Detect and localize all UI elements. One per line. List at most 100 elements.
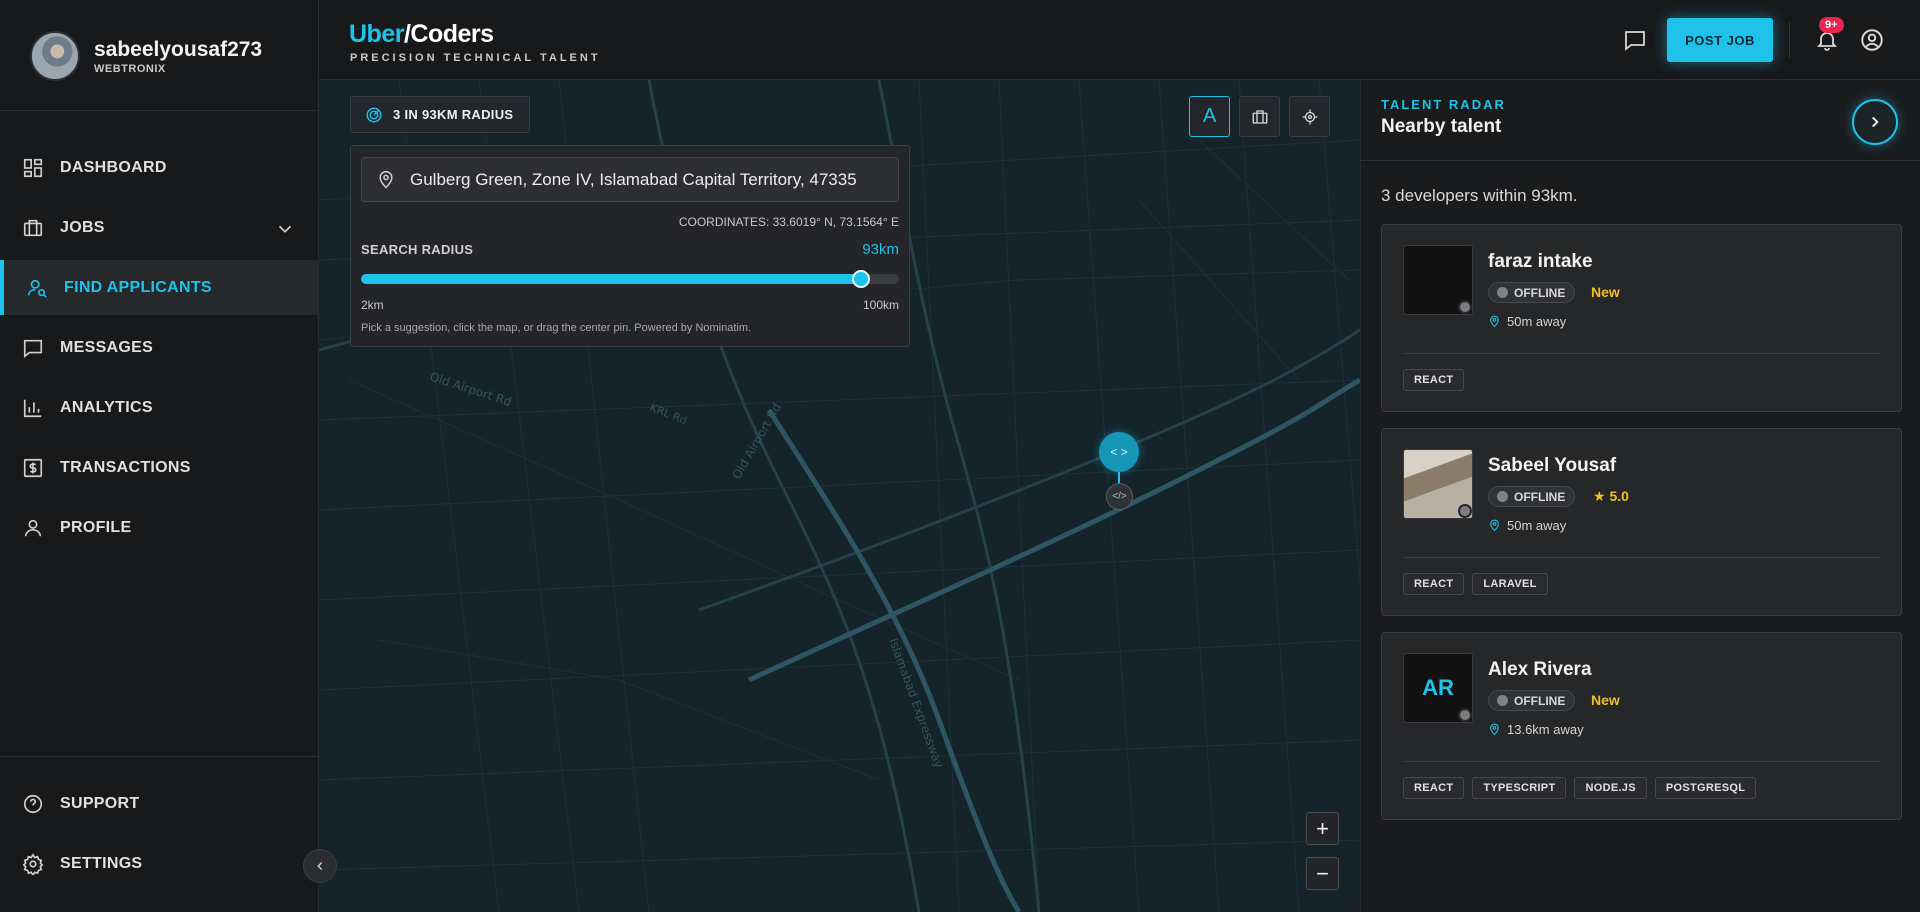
search-radius-value: 93km [862,241,899,258]
radius-chip-label: 3 IN 93KM RADIUS [393,107,514,122]
search-radius-label: SEARCH RADIUS [361,242,474,257]
brand-part-1: Uber [349,20,404,48]
developer-rating: ★ 5.0 [1593,488,1629,504]
sidebar-item-label: DASHBOARD [60,158,167,176]
sidebar-item-label: FIND APPLICANTS [64,278,212,296]
radius-chip: 3 IN 93KM RADIUS [350,96,531,133]
road-label: KRL Rd [648,401,689,428]
skill-tag: REACT [1403,777,1465,799]
message-icon [1625,31,1645,51]
radius-max-label: 100km [862,298,899,312]
sidebar-item-messages[interactable]: MESSAGES [0,320,318,375]
gear-icon [22,852,44,875]
briefcase-icon [23,219,43,236]
sidebar-item-label: JOBS [60,218,105,236]
message-icon [23,339,43,358]
brand-part-2: /Coders [403,20,494,48]
sidebar-item-analytics[interactable]: ANALYTICS [0,380,318,435]
sidebar-item-support[interactable]: SUPPORT [0,776,318,831]
skill-tag: NODE.JS [1574,777,1647,799]
sidebar-divider [0,110,318,111]
developer-card[interactable]: AR Alex Rivera OFFLINE New 13.6km away R… [1381,632,1902,820]
chevron-down-icon[interactable] [274,218,296,240]
status-dot [1497,287,1508,298]
sidebar-item-find-applicants[interactable]: FIND APPLICANTS [0,260,318,315]
radius-min-label: 2km [361,298,384,312]
location-input[interactable] [410,169,880,190]
developer-tag: New [1591,284,1620,300]
talent-radar-panel: TALENT RADAR Nearby talent 3 developers … [1360,80,1920,912]
sidebar-item-dashboard[interactable]: DASHBOARD [0,140,318,195]
location-pin-icon [1490,519,1499,532]
user-search-icon [27,279,47,298]
location-field[interactable] [361,157,899,202]
messages-button[interactable] [1619,24,1651,56]
card-divider [1403,761,1880,762]
sidebar-item-jobs[interactable]: JOBS [0,200,318,255]
dashboard-icon [23,158,43,177]
sidebar-bottom-nav: SUPPORT SETTINGS [0,776,318,896]
center-pin[interactable]: < > [1099,432,1139,472]
sidebar-item-label: MESSAGES [60,338,154,356]
briefcase-icon [1252,109,1267,124]
skill-tag: TYPESCRIPT [1472,777,1567,799]
zoom-in-button[interactable]: + [1306,812,1339,845]
post-job-button[interactable]: POST JOB [1667,18,1773,62]
developer-tag: New [1591,692,1620,708]
status-label: OFFLINE [1514,693,1566,708]
developer-name: Sabeel Yousaf [1488,455,1617,476]
panel-title: Nearby talent [1381,116,1502,137]
user-profile[interactable]: sabeelyousaf273 WEBTRONIX [30,31,262,81]
radius-slider-fill [361,274,861,284]
sidebar-item-profile[interactable]: PROFILE [0,500,318,555]
panel-kicker: TALENT RADAR [1381,97,1506,112]
developer-marker[interactable]: </> [1106,483,1133,510]
developer-distance: 13.6km away [1488,722,1584,737]
map-tool-jobs[interactable] [1239,96,1280,137]
panel-next-button[interactable] [1852,99,1898,145]
skill-list: REACT LARAVEL [1403,573,1548,595]
radius-slider-thumb[interactable] [851,270,870,288]
coordinates-readout: COORDINATES: 33.6019° N, 73.1564° E [678,215,899,229]
notification-badge: 9+ [1819,17,1844,33]
location-pin-icon [1490,723,1499,736]
zoom-out-button[interactable]: − [1306,857,1339,890]
status-dot [1497,491,1508,502]
map-tool-locate[interactable] [1289,96,1330,137]
sidebar-item-settings[interactable]: SETTINGS [0,836,318,891]
account-button[interactable] [1856,24,1888,56]
sidebar-item-label: SUPPORT [60,794,140,812]
map-tool-all[interactable]: A [1189,96,1230,137]
location-search-panel: COORDINATES: 33.6019° N, 73.1564° E SEAR… [350,145,910,347]
map-attribution[interactable] [1345,897,1360,912]
search-hint: Pick a suggestion, click the map, or dra… [361,322,752,334]
sidebar-item-label: PROFILE [60,518,132,536]
help-icon [23,794,43,813]
skill-list: REACT TYPESCRIPT NODE.JS POSTGRESQL [1403,777,1757,799]
map-toolbar: A [1189,96,1330,137]
location-pin-icon [379,170,393,189]
collapse-sidebar-button[interactable] [303,849,337,883]
skill-tag: REACT [1403,573,1465,595]
brand-logo[interactable]: Uber/Coders [349,20,494,49]
results-summary: 3 developers within 93km. [1381,186,1578,205]
radius-slider[interactable] [361,270,899,288]
sidebar-item-label: ANALYTICS [60,398,153,416]
status-badge: OFFLINE [1488,282,1576,303]
developer-card[interactable]: Sabeel Yousaf OFFLINE ★ 5.0 50m away REA… [1381,428,1902,616]
location-pin-icon [1490,315,1499,328]
sidebar: sabeelyousaf273 WEBTRONIX DASHBOARD JOBS… [0,0,319,912]
user-name: sabeelyousaf273 [94,37,263,61]
card-divider [1403,353,1880,354]
header-separator [1789,22,1790,58]
presence-dot [1458,300,1472,314]
avatar [30,31,80,81]
skill-tag: REACT [1403,369,1465,391]
chevron-left-icon [317,861,323,871]
road-label: Old Airport Rd [729,401,784,482]
sidebar-item-transactions[interactable]: TRANSACTIONS [0,440,318,495]
map-view[interactable]: Old Airport Rd KRL Rd Islamabad Expressw… [319,80,1360,912]
developer-card[interactable]: faraz intake OFFLINE New 50m away REACT [1381,224,1902,412]
top-header: Uber/Coders PRECISION TECHNICAL TALENT P… [319,0,1920,80]
dollar-icon [23,458,43,477]
